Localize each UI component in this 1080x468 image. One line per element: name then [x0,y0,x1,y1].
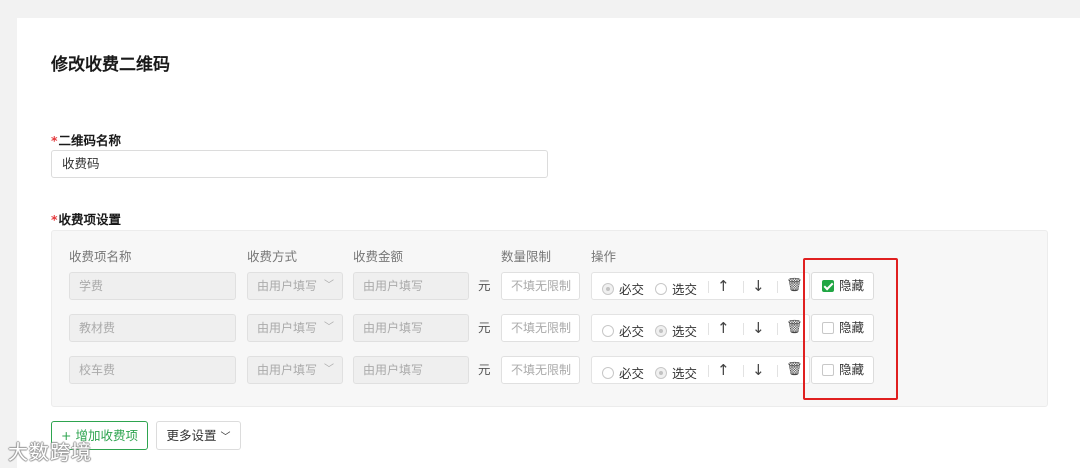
more-settings-label: 更多设置 [166,428,217,443]
divider [743,281,744,293]
radio-optional-label: 选交 [672,324,698,339]
radio-required[interactable]: 必交 [602,279,644,298]
radio-optional-label: 选交 [672,282,698,297]
quantity-limit-input[interactable]: 不填无限制 [501,314,580,342]
arrow-down-icon[interactable]: ↓ [752,276,765,296]
charge-method-select[interactable]: 由用户填写 ﹀ [247,314,343,342]
arrow-up-icon[interactable]: ↑ [717,318,730,338]
radio-circle-selected [655,366,667,379]
row-operations: 必交 选交 ↑ ↓ 🗑 [591,272,810,300]
divider [708,323,709,335]
required-mark: * [51,133,58,148]
watermark-logo: 大数跨境 [8,440,92,464]
amount-input[interactable]: 由用户填写 [353,314,469,342]
divider [743,365,744,377]
radio-required-label: 必交 [619,282,645,297]
charge-method-value: 由用户填写 [257,279,318,293]
row-operations: 必交 选交 ↑ ↓ 🗑 [591,356,810,384]
quantity-limit-input[interactable]: 不填无限制 [501,272,580,300]
header-item-name: 收费项名称 [69,249,132,264]
qr-name-label-text: 二维码名称 [58,133,122,148]
arrow-down-icon[interactable]: ↓ [752,360,765,380]
currency-unit: 元 [478,320,491,335]
radio-circle-selected [602,282,614,295]
hide-column-highlight [803,258,898,400]
divider [743,323,744,335]
chevron-down-icon: ﹀ [324,322,334,333]
radio-circle [602,366,614,379]
item-name-input[interactable]: 校车费 [69,356,236,384]
header-actions: 操作 [591,249,617,264]
page-title: 修改收费二维码 [51,55,170,75]
divider [708,281,709,293]
charge-method-value: 由用户填写 [257,321,318,335]
charge-method-select[interactable]: 由用户填写 ﹀ [247,356,343,384]
header-charge-method: 收费方式 [247,249,298,264]
chevron-down-icon: ﹀ [324,364,334,375]
arrow-down-icon[interactable]: ↓ [752,318,765,338]
chevron-down-icon: ﹀ [324,280,334,291]
radio-circle [602,324,614,337]
divider [777,281,778,293]
amount-input[interactable]: 由用户填写 [353,272,469,300]
fee-items-label-text: 收费项设置 [58,212,122,227]
radio-optional[interactable]: 选交 [655,321,697,340]
radio-required[interactable]: 必交 [602,363,644,382]
radio-required[interactable]: 必交 [602,321,644,340]
radio-optional[interactable]: 选交 [655,279,697,298]
header-quantity-limit: 数量限制 [501,249,552,264]
currency-unit: 元 [478,278,491,293]
radio-optional-label: 选交 [672,366,698,381]
fee-items-label: *收费项设置 [51,209,121,228]
more-settings-button[interactable]: 更多设置 ﹀ [156,421,241,450]
radio-circle [655,282,667,295]
amount-input[interactable]: 由用户填写 [353,356,469,384]
qr-name-input[interactable]: 收费码 [51,150,548,178]
quantity-limit-input[interactable]: 不填无限制 [501,356,580,384]
item-name-input[interactable]: 教材费 [69,314,236,342]
header-amount: 收费金额 [353,249,404,264]
chevron-down-icon: ﹀ [220,432,231,443]
charge-method-value: 由用户填写 [257,363,318,377]
radio-required-label: 必交 [619,366,645,381]
trash-icon[interactable]: 🗑 [786,276,803,296]
divider [708,365,709,377]
radio-required-label: 必交 [619,324,645,339]
row-operations: 必交 选交 ↑ ↓ 🗑 [591,314,810,342]
required-mark: * [51,212,58,227]
qr-name-label: *二维码名称 [51,130,121,149]
divider [777,365,778,377]
radio-optional[interactable]: 选交 [655,363,697,382]
currency-unit: 元 [478,362,491,377]
arrow-up-icon[interactable]: ↑ [717,276,730,296]
radio-circle-selected [655,324,667,337]
charge-method-select[interactable]: 由用户填写 ﹀ [247,272,343,300]
trash-icon[interactable]: 🗑 [786,360,803,380]
arrow-up-icon[interactable]: ↑ [717,360,730,380]
item-name-input[interactable]: 学费 [69,272,236,300]
trash-icon[interactable]: 🗑 [786,318,803,338]
divider [777,323,778,335]
